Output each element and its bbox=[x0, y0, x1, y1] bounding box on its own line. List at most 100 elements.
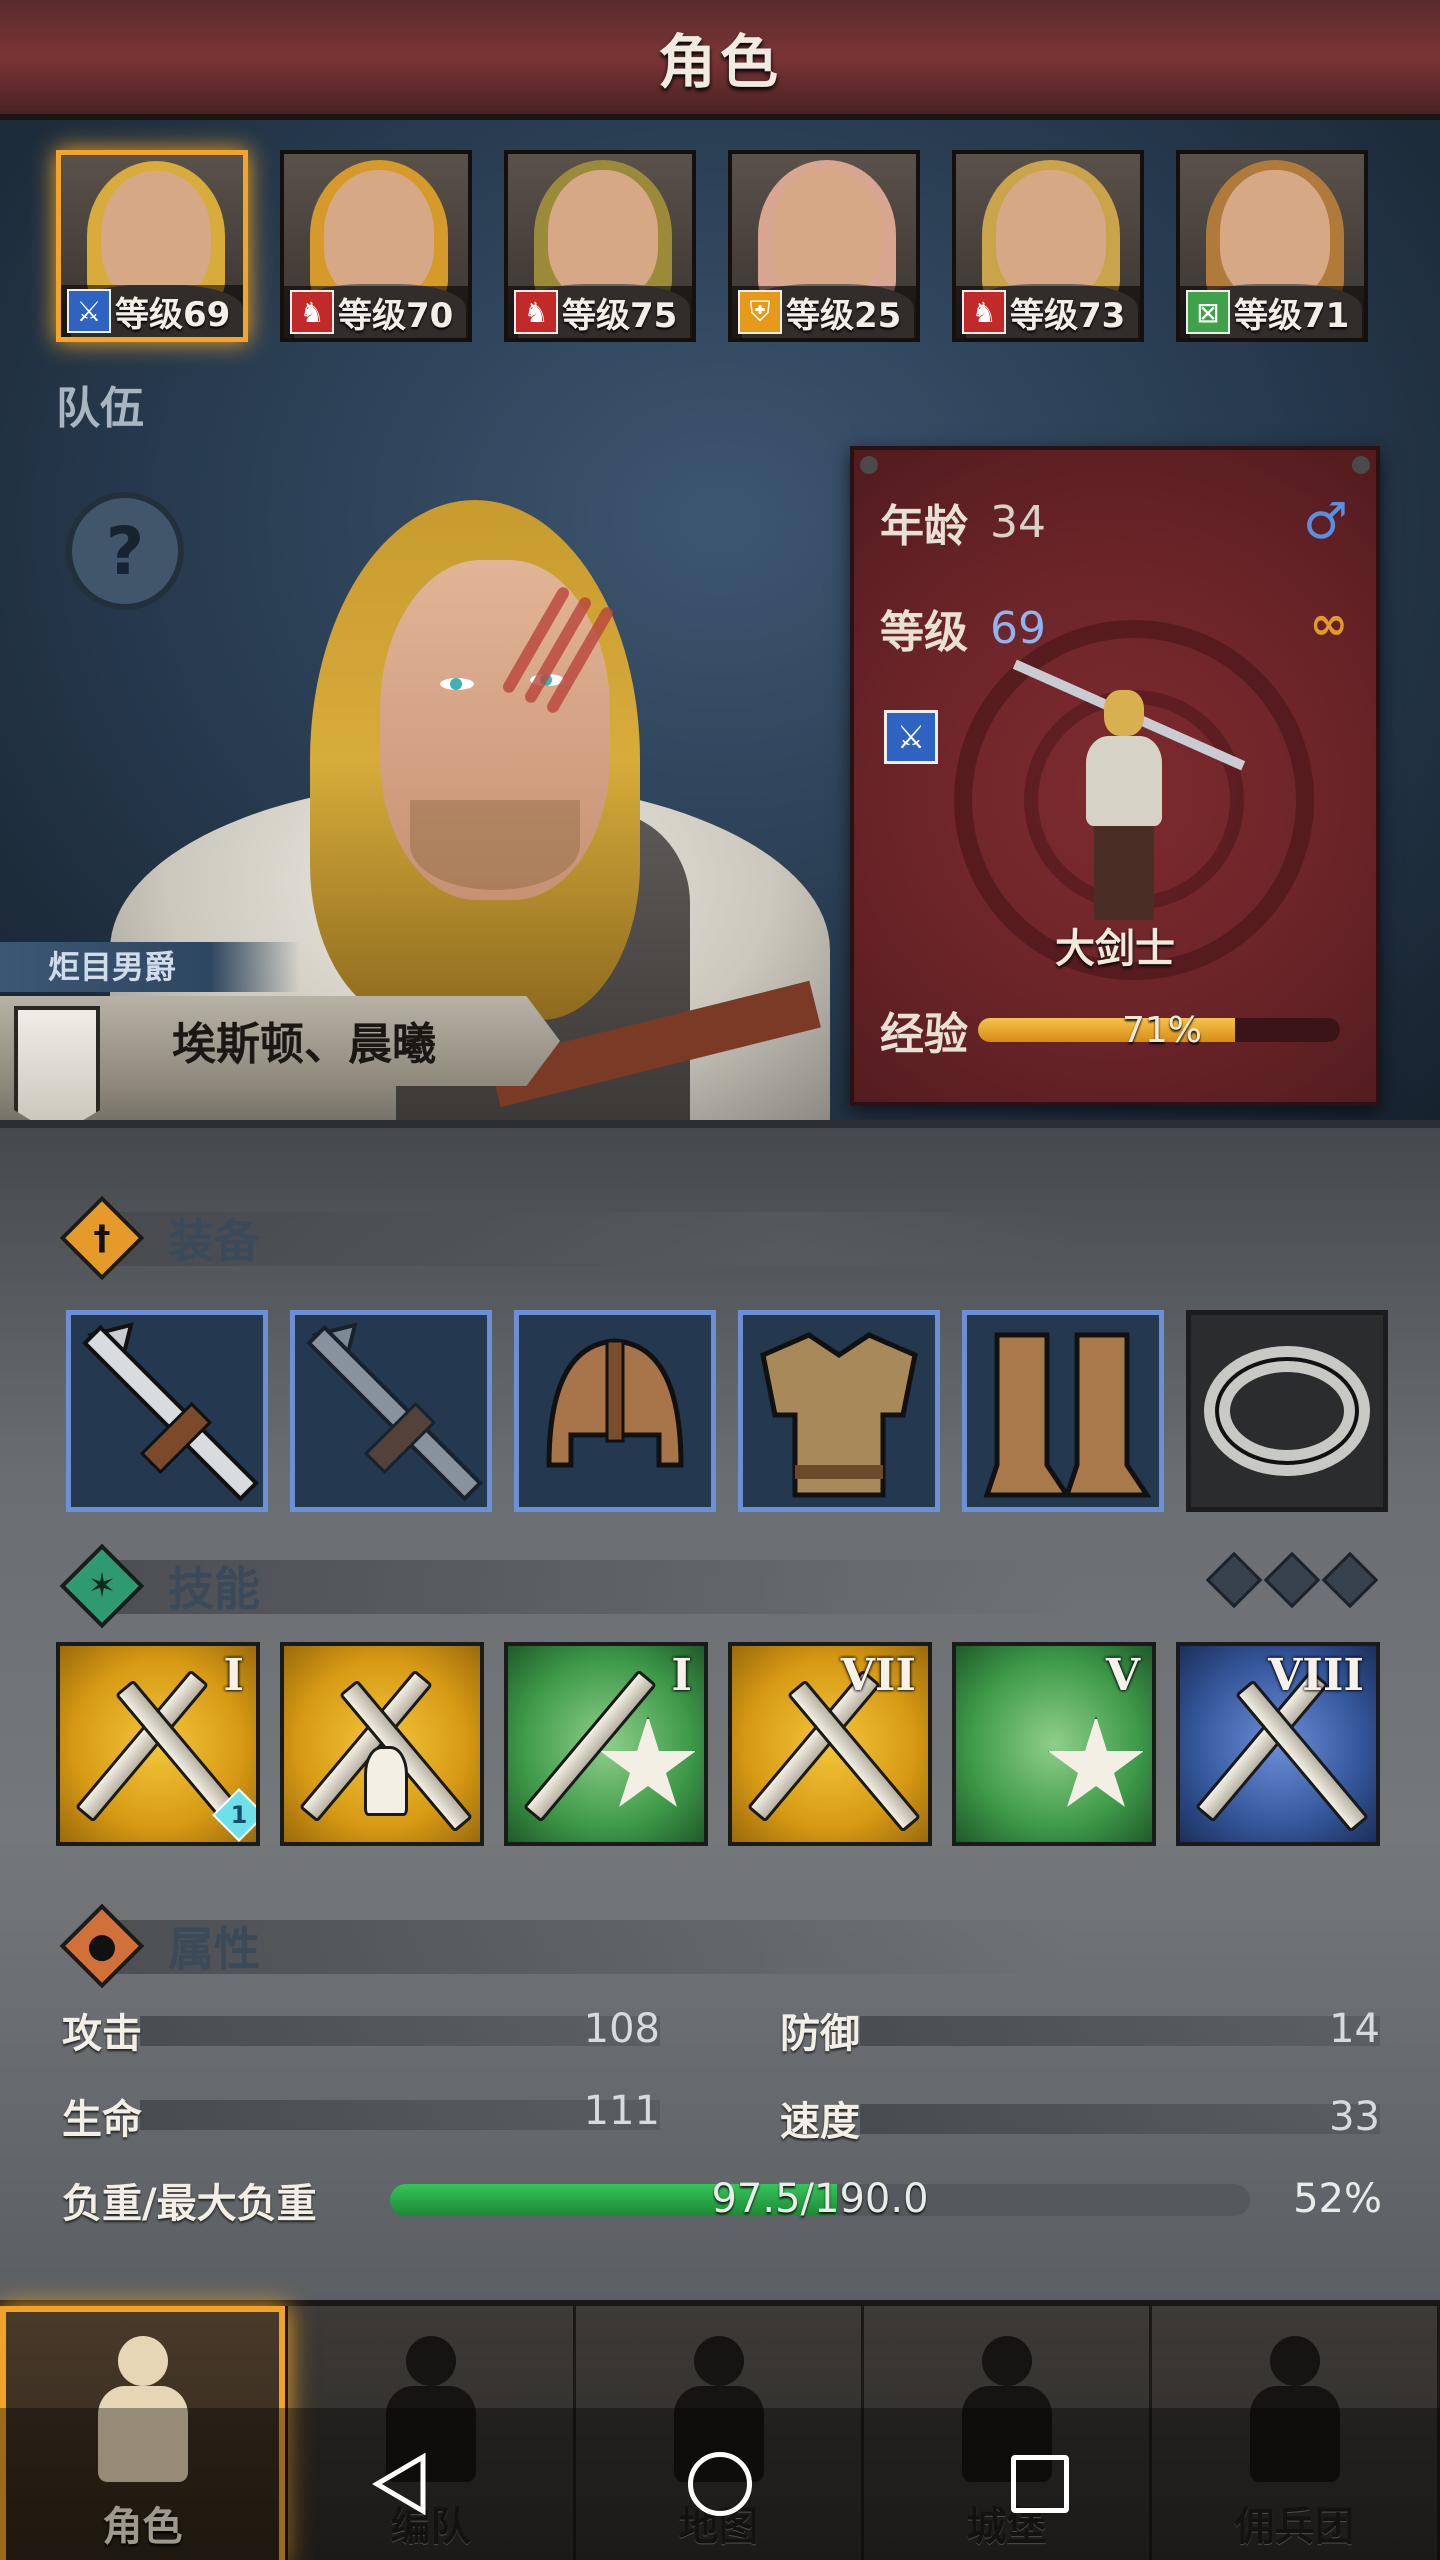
hero-roster: ⚔ 等级69 ♞ 等级70 ♞ 等级75 ⛨ 等级25 ♞ 等级73 ⊠ 等级71 bbox=[56, 150, 1386, 342]
helmet-icon bbox=[519, 1315, 711, 1507]
burst-icon bbox=[1048, 1716, 1144, 1807]
hero-name: 埃斯顿、晨曦 bbox=[172, 1019, 436, 1070]
defense-stat: 防御 bbox=[780, 2006, 860, 2057]
skill-tier: VIII bbox=[1268, 1650, 1364, 1701]
face bbox=[772, 170, 882, 300]
rivet bbox=[860, 456, 878, 474]
dagger-icon: † bbox=[59, 1195, 145, 1281]
equipment-slot[interactable] bbox=[962, 1310, 1164, 1512]
figure-body bbox=[1086, 736, 1162, 826]
hero-card[interactable]: ⚔ 等级69 bbox=[56, 150, 248, 342]
hero-card-footer: ♞ 等级75 bbox=[508, 286, 692, 338]
level-label: 等级 bbox=[880, 607, 968, 658]
hero-card-footer: ⚔ 等级69 bbox=[61, 285, 243, 337]
hero-card-footer: ⊠ 等级71 bbox=[1180, 286, 1364, 338]
team-label: 队伍 bbox=[56, 383, 144, 434]
face bbox=[101, 171, 211, 301]
level-row: 等级 69 bbox=[880, 596, 1046, 660]
boots-icon bbox=[967, 1315, 1159, 1507]
equipment-slot[interactable] bbox=[1186, 1310, 1388, 1512]
age-row: 年龄 34 bbox=[880, 490, 1046, 554]
skill-point-diamond bbox=[1321, 1551, 1379, 1609]
skills-title: 技能 bbox=[168, 1562, 260, 1616]
ring-icon bbox=[1191, 1315, 1383, 1507]
wedding-ring-icon[interactable]: ∞ bbox=[1310, 596, 1348, 650]
load-percent: 52% bbox=[1293, 2176, 1382, 2222]
age-label: 年龄 bbox=[880, 501, 968, 552]
sword-icon: ⚔ bbox=[67, 289, 111, 333]
equipment-slot[interactable] bbox=[290, 1310, 492, 1512]
exp-label: 经验 bbox=[880, 1009, 968, 1060]
page-title: 角色 bbox=[657, 28, 782, 96]
equipment-header: † 装备 bbox=[59, 1195, 1380, 1281]
hero-card[interactable]: ♞ 等级70 bbox=[280, 150, 472, 342]
sword-icon bbox=[71, 1315, 263, 1507]
hero-level: 等级69 bbox=[115, 294, 231, 335]
attributes-title: 属性 bbox=[168, 1922, 260, 1976]
eye bbox=[440, 678, 474, 690]
hero-level: 等级75 bbox=[562, 295, 678, 336]
speed-label: 速度 bbox=[780, 2099, 860, 2145]
figure-icon bbox=[364, 1746, 408, 1816]
figure-legs bbox=[1094, 826, 1154, 920]
beard bbox=[410, 800, 580, 890]
hero-card[interactable]: ⊠ 等级71 bbox=[1176, 150, 1368, 342]
skill-tier: I bbox=[223, 1650, 244, 1701]
home-icon bbox=[688, 2452, 752, 2516]
back-button[interactable] bbox=[365, 2449, 435, 2519]
skill-slot[interactable]: I1 bbox=[56, 1642, 260, 1846]
skill-slot[interactable]: VIII bbox=[1176, 1642, 1380, 1846]
bear-icon: ♞ bbox=[514, 290, 558, 334]
face bbox=[548, 170, 658, 300]
exp-row: 经验 71% bbox=[880, 1000, 1360, 1060]
hero-card[interactable]: ♞ 等级75 bbox=[504, 150, 696, 342]
recents-icon bbox=[1011, 2455, 1069, 2513]
sword-icon bbox=[295, 1315, 487, 1507]
face bbox=[1220, 170, 1330, 300]
header: 角色 bbox=[0, 0, 1440, 120]
equipment-slot[interactable] bbox=[514, 1310, 716, 1512]
hero-card-footer: ♞ 等级70 bbox=[284, 286, 468, 338]
skill-slot[interactable]: VII bbox=[728, 1642, 932, 1846]
load-stat: 负重/最大负重 bbox=[62, 2176, 317, 2227]
skill-slot[interactable]: I bbox=[504, 1642, 708, 1846]
skill-tier: V bbox=[1105, 1650, 1140, 1701]
skill-slots: I 1 I VII V VIII bbox=[56, 1642, 1380, 1846]
class-name: 大剑士 bbox=[1055, 926, 1175, 972]
hero-card[interactable]: ⛨ 等级25 bbox=[728, 150, 920, 342]
attack-value: 108 bbox=[583, 2006, 660, 2052]
hero-level: 等级71 bbox=[1234, 295, 1350, 336]
recents-button[interactable] bbox=[1005, 2449, 1075, 2519]
equipment-slot[interactable] bbox=[738, 1310, 940, 1512]
skill-point-diamond bbox=[1205, 1551, 1263, 1609]
skill-tier: VII bbox=[840, 1650, 916, 1701]
male-icon: ♂ bbox=[1303, 492, 1348, 550]
banner-icon[interactable] bbox=[14, 1006, 100, 1136]
home-button[interactable] bbox=[685, 2449, 755, 2519]
hero-level: 等级25 bbox=[786, 295, 902, 336]
skill-slot[interactable] bbox=[280, 1642, 484, 1846]
section-bar bbox=[116, 1920, 1076, 1974]
health-label: 生命 bbox=[62, 2097, 142, 2143]
section-bar bbox=[116, 1560, 1076, 1614]
hero-level: 等级73 bbox=[1010, 295, 1126, 336]
equipment-title: 装备 bbox=[168, 1214, 260, 1268]
rivet bbox=[1352, 456, 1370, 474]
sword-icon[interactable]: ⚔ bbox=[884, 710, 938, 764]
star-icon: ✶ bbox=[59, 1543, 145, 1629]
person-icon: ● bbox=[59, 1903, 145, 1989]
hero-card[interactable]: ♞ 等级73 bbox=[952, 150, 1144, 342]
hero-card-footer: ⛨ 等级25 bbox=[732, 286, 916, 338]
defense-value: 14 bbox=[1329, 2006, 1380, 2052]
hero-info-panel: 年龄 34 ♂ 等级 69 ∞ ⚔ 大剑士 经验 71% bbox=[850, 446, 1380, 1106]
skill-point-diamond bbox=[1263, 1551, 1321, 1609]
age-value: 34 bbox=[990, 496, 1046, 548]
equipment-slot[interactable] bbox=[66, 1310, 268, 1512]
speed-value: 33 bbox=[1329, 2094, 1380, 2140]
exp-percent: 71% bbox=[1121, 1010, 1202, 1051]
skill-slot[interactable]: V bbox=[952, 1642, 1156, 1846]
skill-points bbox=[1205, 1551, 1379, 1609]
skill-badge-count: 1 bbox=[230, 1801, 248, 1829]
speed-stat: 速度 bbox=[780, 2094, 860, 2145]
system-navigation-bar bbox=[0, 2408, 1440, 2560]
